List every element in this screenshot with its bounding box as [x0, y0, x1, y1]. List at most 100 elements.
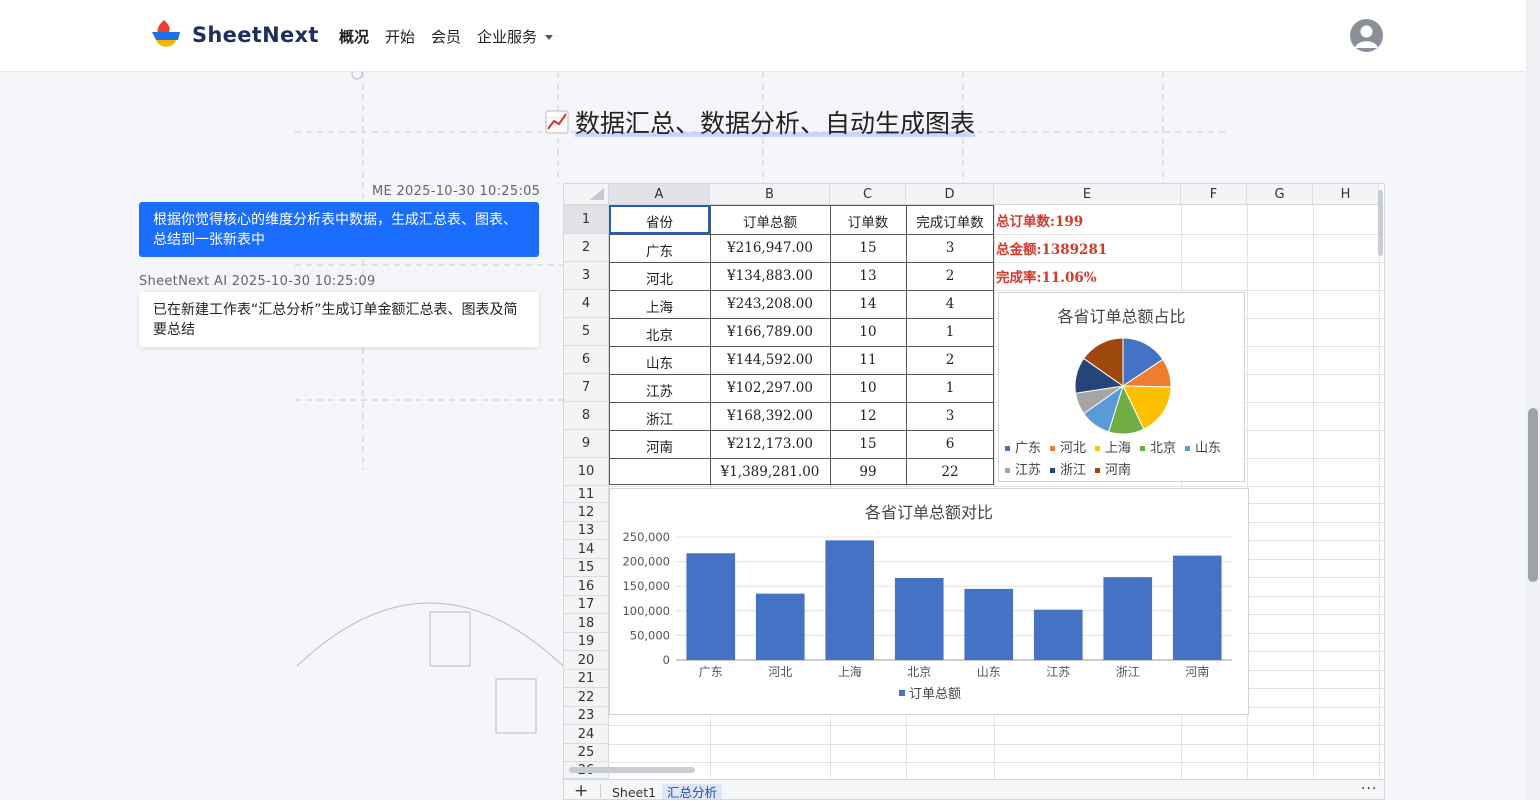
row-header-19[interactable]: 19	[564, 633, 609, 651]
bar-4[interactable]	[894, 577, 944, 660]
spreadsheet[interactable]: ABCDEFGH 1 2 3 4 5 6 7 8 9 10 11 12 13 14 15 16 17 18 19 20…	[563, 183, 1385, 800]
grid-line	[1313, 205, 1314, 780]
bar-x-tick-label: 广东	[699, 665, 723, 679]
select-all-corner[interactable]	[564, 184, 609, 205]
row-header-25[interactable]: 25	[564, 744, 609, 762]
grid-line	[609, 744, 1384, 745]
column-header-a[interactable]: A	[609, 184, 710, 205]
pie-legend-label: 浙江	[1060, 463, 1086, 478]
more-tabs-icon[interactable]: ···	[1361, 781, 1377, 797]
pie-legend-swatch	[1140, 446, 1145, 451]
column-header-e[interactable]: E	[994, 184, 1181, 205]
row-header-7[interactable]: 7	[564, 374, 609, 402]
summary-total-orders[interactable]: 总订单数:199	[996, 210, 1083, 230]
grid-line	[1379, 205, 1380, 780]
row-header-6[interactable]: 6	[564, 346, 609, 374]
bar-8[interactable]	[1172, 555, 1222, 660]
row-header-2[interactable]: 2	[564, 234, 609, 262]
bar-x-tick-label: 上海	[838, 664, 862, 679]
row-header-13[interactable]: 13	[564, 522, 609, 540]
row-header-9[interactable]: 9	[564, 430, 609, 458]
row-header-1[interactable]: 1	[564, 205, 609, 234]
page-scrollbar-thumb[interactable]	[1528, 408, 1538, 582]
bar-x-tick-label: 山东	[977, 665, 1001, 679]
row-header-8[interactable]: 8	[564, 402, 609, 430]
row-header-22[interactable]: 22	[564, 688, 609, 707]
bar-x-tick-label: 江苏	[1046, 665, 1070, 679]
row-header-11[interactable]: 11	[564, 486, 609, 503]
user-avatar[interactable]	[1350, 19, 1383, 52]
row-header-17[interactable]: 17	[564, 596, 609, 614]
ai-message-bubble: 已在新建工作表“汇总分析”生成订单金额汇总表、图表及简要总结	[139, 292, 539, 347]
pie-legend-swatch	[1005, 468, 1010, 473]
bar-y-tick-label: 0	[663, 653, 670, 667]
pie-legend-swatch	[1050, 468, 1055, 473]
column-header-c[interactable]: C	[830, 184, 906, 205]
chevron-down-icon	[545, 35, 554, 40]
bar-1[interactable]	[686, 553, 736, 660]
grid-line	[609, 486, 1384, 487]
bar-chart[interactable]: 各省订单总额对比 250,000 200,000 150,000 100,000 50,…	[609, 488, 1249, 715]
bar-2[interactable]	[755, 593, 805, 660]
sheetnext-logo-icon	[152, 20, 180, 47]
bar-legend-label: 订单总额	[909, 687, 961, 702]
tab-summary-analysis[interactable]: 汇总分析	[662, 784, 723, 799]
grid-line	[609, 725, 1384, 726]
column-header-h[interactable]: H	[1313, 184, 1379, 205]
row-header-15[interactable]: 15	[564, 559, 609, 577]
nav-membership[interactable]: 会员	[431, 26, 461, 47]
column-header-g[interactable]: G	[1247, 184, 1313, 205]
row-header-4[interactable]: 4	[564, 290, 609, 318]
pie-legend-label: 河北	[1060, 441, 1086, 456]
row-header-14[interactable]: 14	[564, 540, 609, 559]
bar-6[interactable]	[1033, 609, 1083, 660]
pie-legend-swatch	[1050, 446, 1055, 451]
top-navbar: SheetNext 概况 开始 会员 企业服务	[0, 0, 1526, 72]
pie-chart-svg: 广东 河北 上海 北京 山东江苏 浙江 河南	[1005, 337, 1221, 478]
summary-completion-rate[interactable]: 完成率:11.06%	[996, 266, 1097, 286]
pie-legend-label: 上海	[1105, 441, 1131, 456]
sheet-vertical-scrollbar[interactable]	[1378, 190, 1383, 256]
column-header-b[interactable]: B	[710, 184, 830, 205]
page-scrollbar[interactable]	[1526, 0, 1540, 800]
section-heading: 数据汇总、数据分析、自动生成图表	[545, 104, 976, 140]
row-header-24[interactable]: 24	[564, 725, 609, 744]
pie-legend-label: 江苏	[1015, 462, 1041, 478]
active-cell-a1[interactable]	[609, 205, 710, 234]
brand-logo[interactable]: SheetNext	[150, 18, 319, 52]
user-icon	[1355, 25, 1378, 48]
bar-7[interactable]	[1103, 577, 1153, 660]
tab-sheet1[interactable]: Sheet1	[607, 784, 661, 799]
row-header-10[interactable]: 10	[564, 458, 609, 486]
pie-chart[interactable]: 各省订单总额占比 广东 河北 上海 北京 山东 江苏 浙江 河南	[998, 292, 1245, 482]
row-header-5[interactable]: 5	[564, 318, 609, 346]
line-chart-icon	[545, 110, 569, 134]
column-header-f[interactable]: F	[1181, 184, 1247, 205]
row-header-18[interactable]: 18	[564, 614, 609, 633]
row-header-21[interactable]: 21	[564, 670, 609, 688]
brand-name: SheetNext	[192, 23, 319, 47]
me-message-meta: ME 2025-10-30 10:25:05	[372, 184, 541, 199]
nav-enterprise-label: 企业服务	[477, 28, 538, 46]
bar-5[interactable]	[964, 588, 1014, 660]
row-header-12[interactable]: 12	[564, 503, 609, 522]
grid-line	[609, 762, 1384, 763]
bar-3[interactable]	[825, 540, 875, 660]
nav-enterprise[interactable]: 企业服务	[477, 26, 554, 47]
column-header-d[interactable]: D	[906, 184, 994, 205]
nav-overview[interactable]: 概况	[339, 26, 369, 47]
add-sheet-button[interactable]: +	[574, 781, 588, 799]
pie-legend-label: 北京	[1150, 441, 1176, 456]
pie-legend-label: 山东	[1195, 441, 1221, 456]
sheet-horizontal-scrollbar[interactable]	[569, 767, 695, 773]
row-header-23[interactable]: 23	[564, 707, 609, 725]
tab-divider	[600, 784, 601, 798]
bar-y-tick-label: 50,000	[630, 628, 670, 642]
nav-start[interactable]: 开始	[385, 26, 415, 47]
row-header-20[interactable]: 20	[564, 651, 609, 670]
sheet-tab-bar: + Sheet1 汇总分析 ···	[564, 779, 1384, 799]
summary-total-amount[interactable]: 总金额:1389281	[996, 238, 1107, 258]
me-message-bubble: 根据你觉得核心的维度分析表中数据，生成汇总表、图表、总结到一张新表中	[139, 202, 539, 257]
row-header-16[interactable]: 16	[564, 577, 609, 596]
row-header-3[interactable]: 3	[564, 262, 609, 290]
